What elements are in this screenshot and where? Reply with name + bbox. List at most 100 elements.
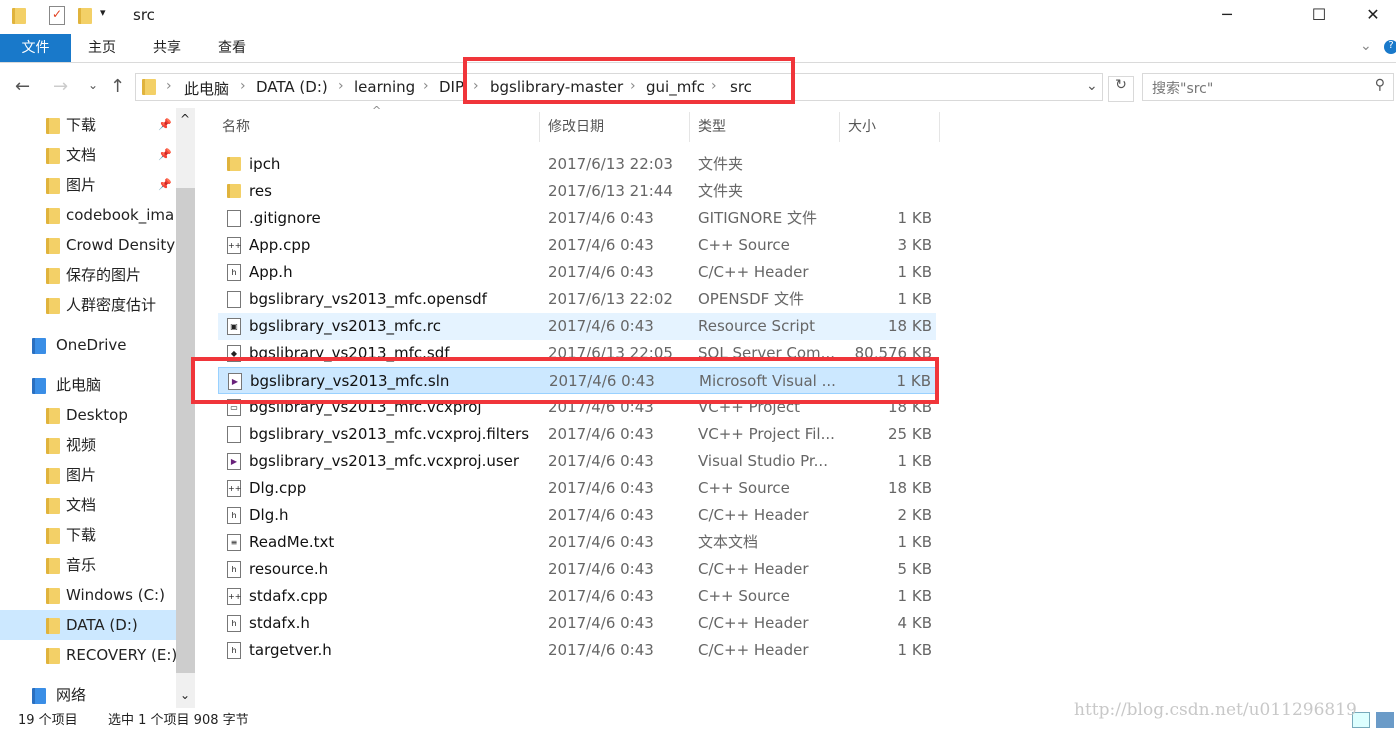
sidebar-item-label: OneDrive	[56, 336, 127, 354]
file-row[interactable]: res 2017/6/13 21:44 文件夹	[218, 178, 936, 205]
file-type: Resource Script	[698, 317, 816, 335]
file-date: 2017/4/6 0:43	[548, 533, 654, 551]
scroll-up-icon[interactable]: ^	[180, 112, 190, 126]
file-type: Visual Studio Pr...	[698, 452, 828, 470]
back-button[interactable]: ←	[15, 76, 30, 97]
sidebar-item-label: 图片	[66, 466, 97, 484]
properties-icon[interactable]: ✓	[49, 6, 65, 25]
file-row[interactable]: h targetver.h 2017/4/6 0:43 C/C++ Header 1 K…	[218, 637, 936, 664]
search-input[interactable]: 搜索"src" ⚲	[1142, 73, 1394, 101]
scroll-down-icon[interactable]: ⌄	[180, 688, 190, 702]
close-button[interactable]: ✕	[1350, 0, 1396, 32]
file-name: Dlg.h	[249, 506, 289, 524]
forward-button[interactable]: →	[53, 76, 68, 97]
file-date: 2017/4/6 0:43	[548, 263, 654, 281]
pin-icon[interactable]: 📌	[158, 110, 172, 140]
minimize-button[interactable]: ─	[1204, 0, 1250, 32]
sidebar-item[interactable]: 图片 📌	[0, 170, 176, 200]
file-date: 2017/4/6 0:43	[548, 317, 654, 335]
breadcrumb[interactable]: 此电脑	[184, 78, 229, 99]
large-icons-view-button[interactable]	[1376, 712, 1394, 728]
new-folder-icon[interactable]	[78, 8, 92, 24]
sidebar-item[interactable]: 文档 📌	[0, 140, 176, 170]
sidebar-item[interactable]: 文档	[0, 490, 176, 520]
help-icon[interactable]: ?	[1384, 40, 1396, 54]
sidebar-item[interactable]: 此电脑	[0, 370, 176, 400]
breadcrumb[interactable]: learning	[354, 78, 415, 96]
refresh-button[interactable]: ↻	[1108, 76, 1134, 102]
file-row[interactable]: ▣ bgslibrary_vs2013_mfc.rc 2017/4/6 0:43 Re…	[218, 313, 936, 340]
file-type: C++ Source	[698, 587, 790, 605]
sidebar-item[interactable]: RECOVERY (E:)	[0, 640, 176, 670]
sidebar-item[interactable]: 视频	[0, 430, 176, 460]
file-name: bgslibrary_vs2013_mfc.vcxproj.user	[249, 452, 520, 470]
file-icon	[227, 426, 241, 443]
file-type: VC++ Project Fil...	[698, 425, 835, 443]
column-header-size[interactable]: 大小	[842, 112, 940, 142]
file-row[interactable]: h stdafx.h 2017/4/6 0:43 C/C++ Header 4 KB	[218, 610, 936, 637]
sidebar-item-label: 文档	[66, 146, 97, 164]
folder-icon	[46, 238, 60, 254]
file-icon: ▶	[227, 453, 241, 470]
sidebar-item[interactable]: DATA (D:)	[0, 610, 176, 640]
file-date: 2017/4/6 0:43	[548, 452, 654, 470]
up-button[interactable]: ↑	[110, 76, 125, 97]
sidebar-item[interactable]: 下载 📌	[0, 110, 176, 140]
maximize-button[interactable]: ☐	[1296, 0, 1342, 32]
folder-icon	[32, 688, 46, 704]
file-date: 2017/4/6 0:43	[548, 479, 654, 497]
breadcrumb[interactable]: DIP	[439, 78, 464, 96]
sidebar-item[interactable]: Crowd Density	[0, 230, 176, 260]
file-row[interactable]: ▶ bgslibrary_vs2013_mfc.vcxproj.user 2017/…	[218, 448, 936, 475]
scrollbar-thumb[interactable]	[176, 188, 195, 673]
file-date: 2017/4/6 0:43	[548, 641, 654, 659]
sidebar-item-label: codebook_ima	[66, 206, 175, 224]
sidebar-item[interactable]: Windows (C:)	[0, 580, 176, 610]
column-header-type[interactable]: 类型	[692, 112, 840, 142]
file-row[interactable]: bgslibrary_vs2013_mfc.opensdf 2017/6/13 2…	[218, 286, 936, 313]
tab-share[interactable]: 共享	[139, 34, 195, 62]
folder-icon	[46, 528, 60, 544]
file-row[interactable]: h App.h 2017/4/6 0:43 C/C++ Header 1 KB	[218, 259, 936, 286]
sidebar-item[interactable]: 音乐	[0, 550, 176, 580]
highlight-box	[191, 357, 939, 404]
recent-locations-icon[interactable]: ⌄	[88, 78, 98, 92]
sidebar-item[interactable]: 保存的图片	[0, 260, 176, 290]
pin-icon[interactable]: 📌	[158, 140, 172, 170]
file-size: 18 KB	[888, 479, 932, 497]
tab-file[interactable]: 文件	[0, 34, 71, 62]
file-icon: h	[227, 264, 241, 281]
column-header-date[interactable]: 修改日期	[542, 112, 690, 142]
file-date: 2017/4/6 0:43	[548, 506, 654, 524]
sidebar-item[interactable]: 图片	[0, 460, 176, 490]
file-row[interactable]: ++ App.cpp 2017/4/6 0:43 C++ Source 3 KB	[218, 232, 936, 259]
address-dropdown-icon[interactable]: ⌄	[1086, 78, 1098, 94]
tab-home[interactable]: 主页	[74, 34, 130, 62]
sidebar-item[interactable]: 人群密度估计	[0, 290, 176, 320]
tab-view[interactable]: 查看	[204, 34, 260, 62]
file-row[interactable]: h resource.h 2017/4/6 0:43 C/C++ Header 5 KB	[218, 556, 936, 583]
file-size: 1 KB	[897, 452, 932, 470]
file-row[interactable]: ++ stdafx.cpp 2017/4/6 0:43 C++ Source 1 KB	[218, 583, 936, 610]
sidebar-item[interactable]: OneDrive	[0, 330, 176, 360]
file-row[interactable]: ≡ ReadMe.txt 2017/4/6 0:43 文本文档 1 KB	[218, 529, 936, 556]
expand-ribbon-icon[interactable]: ⌄	[1360, 38, 1372, 54]
file-date: 2017/4/6 0:43	[548, 236, 654, 254]
file-row[interactable]: .gitignore 2017/4/6 0:43 GITIGNORE 文件 1 KB	[218, 205, 936, 232]
file-row[interactable]: ipch 2017/6/13 22:03 文件夹	[218, 151, 936, 178]
file-name: res	[249, 182, 272, 200]
breadcrumb[interactable]: DATA (D:)	[256, 78, 328, 96]
file-size: 5 KB	[897, 560, 932, 578]
sidebar-item-label: Windows (C:)	[66, 586, 165, 604]
file-row[interactable]: bgslibrary_vs2013_mfc.vcxproj.filters 201…	[218, 421, 936, 448]
pin-icon[interactable]: 📌	[158, 170, 172, 200]
sidebar-item[interactable]: 下载	[0, 520, 176, 550]
file-name: App.cpp	[249, 236, 311, 254]
file-row[interactable]: ++ Dlg.cpp 2017/4/6 0:43 C++ Source 18 KB	[218, 475, 936, 502]
sidebar-item[interactable]: codebook_ima	[0, 200, 176, 230]
folder-icon	[46, 618, 60, 634]
sidebar-item[interactable]: 网络	[0, 680, 176, 710]
sidebar-item[interactable]: Desktop	[0, 400, 176, 430]
customize-toolbar-icon[interactable]: ▾	[100, 6, 106, 19]
file-row[interactable]: h Dlg.h 2017/4/6 0:43 C/C++ Header 2 KB	[218, 502, 936, 529]
